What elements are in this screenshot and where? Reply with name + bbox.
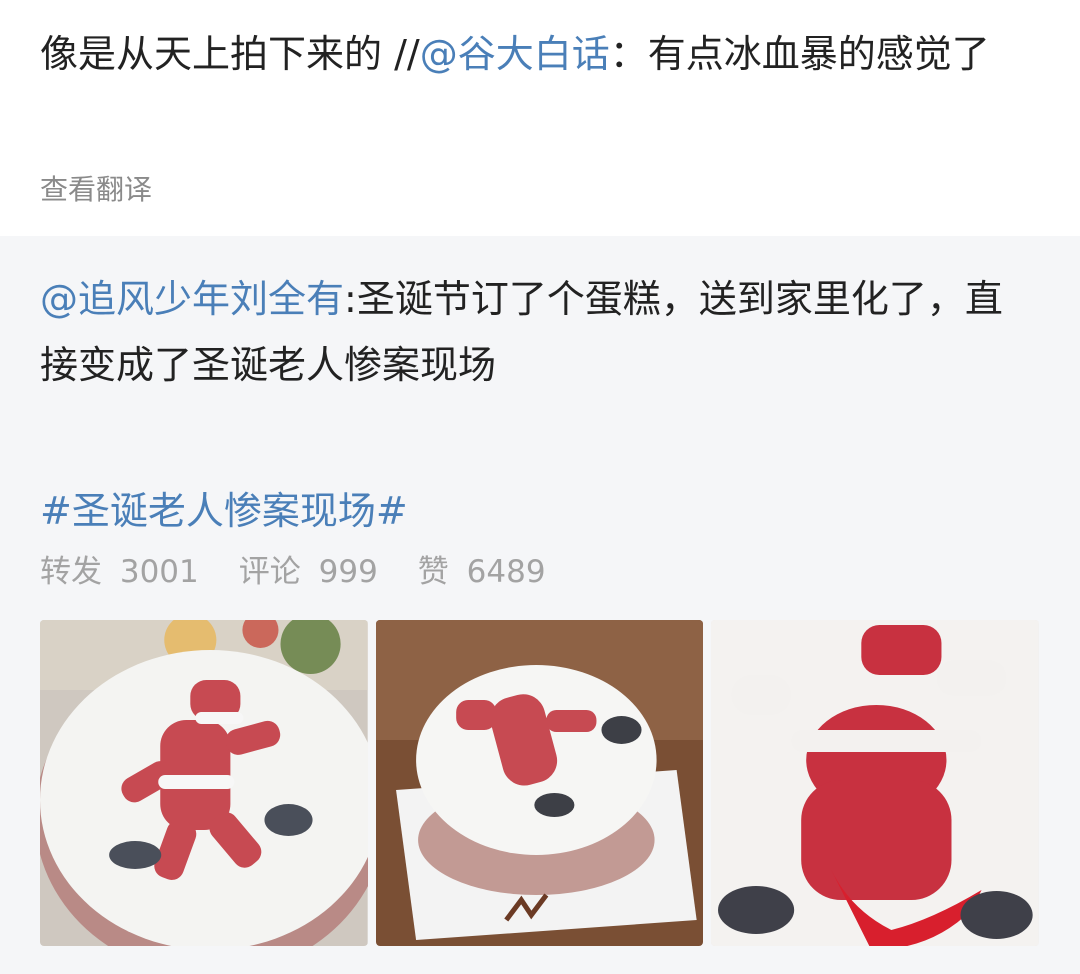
comment-count: 999	[318, 554, 378, 590]
post-text: 像是从天上拍下来的 //@谷大白话：有点冰血暴的感觉了	[40, 22, 1040, 86]
image-grid	[40, 620, 1040, 946]
post-text-body-2: 有点冰血暴的感觉了	[647, 32, 990, 76]
translate-link[interactable]: 查看翻译	[40, 168, 152, 208]
forward-stat[interactable]: 转发 3001	[40, 546, 199, 591]
post-content: 像是从天上拍下来的 //@谷大白话：有点冰血暴的感觉了 查看翻译	[0, 0, 1080, 236]
like-label: 赞	[417, 554, 449, 590]
comment-label: 评论	[238, 554, 301, 590]
repost-author-link[interactable]: @追风少年刘全有	[40, 277, 344, 321]
hashtag-link[interactable]: #圣诞老人惨案现场#	[40, 480, 408, 535]
post-text-sep: ：	[609, 32, 648, 76]
forward-count: 3001	[119, 554, 199, 590]
cake-image-3[interactable]	[711, 620, 1040, 946]
mention-link[interactable]: @谷大白话	[420, 32, 610, 76]
cake-image-2[interactable]	[375, 620, 704, 946]
cake-image-1[interactable]	[40, 620, 368, 946]
repost-stats: 转发 3001 评论 999 赞 6489	[40, 546, 546, 591]
like-count: 6489	[466, 554, 546, 590]
post-text-body: 像是从天上拍下来的 //	[40, 32, 420, 76]
repost-text: @追风少年刘全有:圣诞节订了个蛋糕，送到家里化了，直接变成了圣诞老人惨案现场	[40, 266, 1040, 398]
comment-stat[interactable]: 评论 999	[239, 546, 378, 591]
like-stat[interactable]: 赞 6489	[418, 546, 546, 591]
forward-label: 转发	[40, 554, 102, 590]
repost-card[interactable]: @追风少年刘全有:圣诞节订了个蛋糕，送到家里化了，直接变成了圣诞老人惨案现场 #…	[0, 236, 1080, 974]
